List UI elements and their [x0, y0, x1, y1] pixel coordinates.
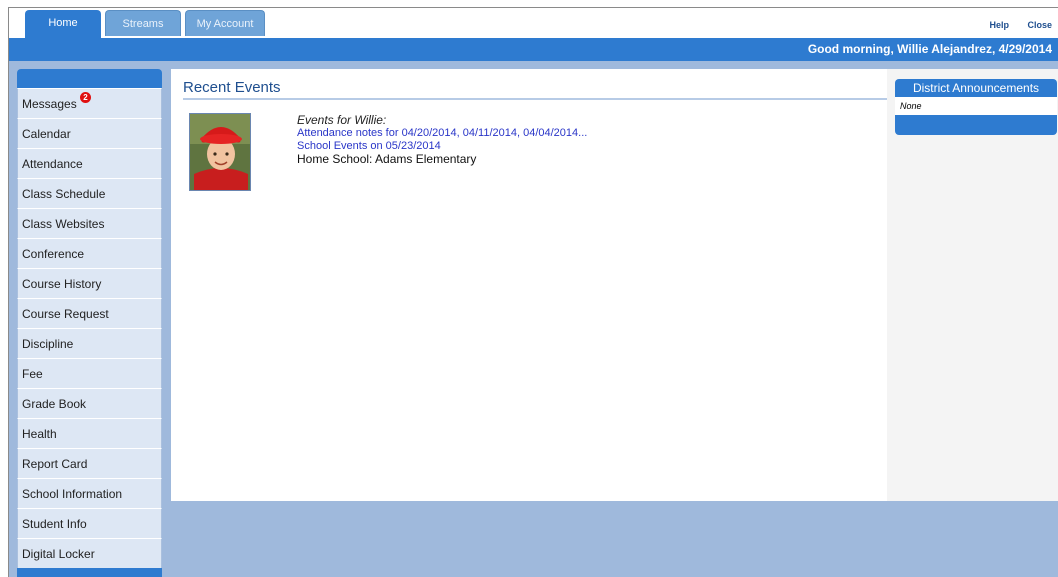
right-panel: District Announcements None	[887, 69, 1058, 501]
events-block: Events for Willie: Attendance notes for …	[297, 114, 587, 166]
student-photo	[189, 113, 251, 191]
recent-events-panel: Recent Events Events for Willie: Attenda…	[171, 69, 887, 501]
sidebar-item-report-card[interactable]: Report Card	[17, 448, 162, 478]
sidebar-item-school-information[interactable]: School Information	[17, 478, 162, 508]
tab-bar: Home Streams My Account Help Close	[9, 8, 1058, 39]
announcements-body: None	[895, 97, 1057, 115]
sidebar-item-fee[interactable]: Fee	[17, 358, 162, 388]
district-announcements: District Announcements None	[895, 79, 1057, 135]
announcements-title: District Announcements	[895, 79, 1057, 97]
events-label: Events for Willie:	[297, 113, 387, 127]
sidebar: Messages 2 Calendar Attendance Class Sch…	[17, 69, 162, 577]
sidebar-item-student-info[interactable]: Student Info	[17, 508, 162, 538]
page-title: Recent Events	[183, 79, 887, 100]
close-link[interactable]: Close	[1027, 20, 1052, 30]
greeting-bar: Good morning, Willie Alejandrez, 4/29/20…	[9, 38, 1058, 61]
sidebar-item-class-websites[interactable]: Class Websites	[17, 208, 162, 238]
content-area: Messages 2 Calendar Attendance Class Sch…	[9, 61, 1058, 577]
sidebar-item-grade-book[interactable]: Grade Book	[17, 388, 162, 418]
sidebar-item-class-schedule[interactable]: Class Schedule	[17, 178, 162, 208]
announcements-footer	[895, 115, 1057, 135]
top-links: Help Close	[973, 20, 1052, 30]
tab-my-account[interactable]: My Account	[185, 10, 265, 36]
sidebar-item-calendar[interactable]: Calendar	[17, 118, 162, 148]
sidebar-footer	[17, 568, 162, 577]
sidebar-item-discipline[interactable]: Discipline	[17, 328, 162, 358]
sidebar-item-course-history[interactable]: Course History	[17, 268, 162, 298]
sidebar-item-messages[interactable]: Messages 2	[17, 88, 162, 118]
message-count-badge: 2	[80, 92, 91, 103]
help-link[interactable]: Help	[989, 20, 1009, 30]
app-frame: Home Streams My Account Help Close Good …	[8, 7, 1058, 577]
attendance-notes-link[interactable]: Attendance notes for 04/20/2014, 04/11/2…	[297, 127, 587, 140]
sidebar-item-health[interactable]: Health	[17, 418, 162, 448]
sidebar-item-conference[interactable]: Conference	[17, 238, 162, 268]
student-photo-image	[190, 114, 250, 190]
sidebar-item-label: Messages	[22, 97, 77, 111]
sidebar-header	[17, 69, 162, 88]
home-school-text: Home School: Adams Elementary	[297, 152, 477, 166]
sidebar-item-attendance[interactable]: Attendance	[17, 148, 162, 178]
sidebar-item-course-request[interactable]: Course Request	[17, 298, 162, 328]
tab-home[interactable]: Home	[25, 10, 101, 39]
tab-streams[interactable]: Streams	[105, 10, 181, 36]
greeting-text: Good morning, Willie Alejandrez, 4/29/20…	[807, 42, 1052, 56]
sidebar-item-digital-locker[interactable]: Digital Locker	[17, 538, 162, 568]
